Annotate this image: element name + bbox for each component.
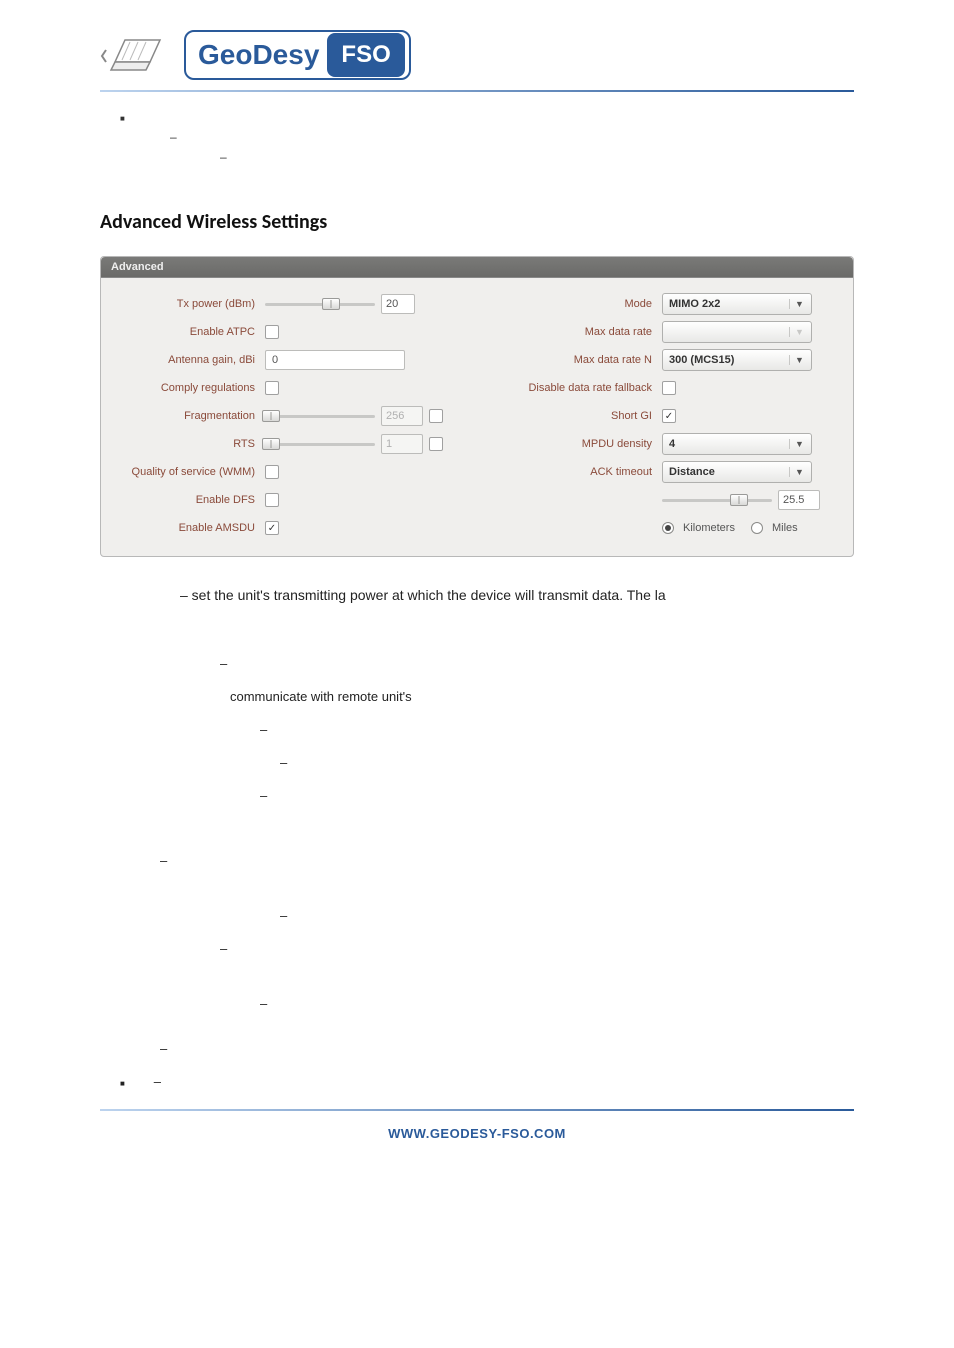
- amsdu-checkbox[interactable]: ✓: [265, 521, 279, 535]
- antenna-gain-label: Antenna gain, dBi: [115, 354, 265, 366]
- rts-checkbox[interactable]: [429, 437, 443, 451]
- panel-right-column: Mode MIMO 2x2 ▼ Max data rate ▼: [492, 288, 839, 544]
- max-rate-select[interactable]: ▼: [662, 321, 812, 343]
- header-divider: [100, 90, 854, 92]
- max-rate-n-select[interactable]: 300 (MCS15) ▼: [662, 349, 812, 371]
- dropdown-arrow-icon: ▼: [789, 467, 805, 477]
- max-rate-label: Max data rate: [492, 326, 662, 338]
- footer-url: WWW.GEODESY-FSO.COM: [388, 1126, 566, 1141]
- ack-label: ACK timeout: [492, 466, 662, 478]
- footer: WWW.GEODESY-FSO.COM: [100, 1125, 854, 1143]
- section-title: Advanced Wireless Settings: [100, 210, 854, 234]
- tx-power-slider[interactable]: [265, 297, 375, 311]
- body-text-line: – set the unit's transmitting power at w…: [180, 585, 854, 606]
- brand-pill: GeoDesy FSO: [184, 30, 411, 80]
- mode-value: MIMO 2x2: [669, 298, 720, 310]
- unit-km-radio[interactable]: [662, 522, 674, 534]
- dropdown-arrow-icon: ▼: [789, 327, 805, 337]
- short-gi-checkbox[interactable]: ✓: [662, 409, 676, 423]
- ack-distance-slider[interactable]: [662, 493, 772, 507]
- rts-value[interactable]: 1: [381, 434, 423, 454]
- qos-label: Quality of service (WMM): [115, 466, 265, 478]
- enable-atpc-label: Enable ATPC: [115, 326, 265, 338]
- footer-divider: [100, 1109, 854, 1111]
- ack-select[interactable]: Distance ▼: [662, 461, 812, 483]
- ack-distance-value[interactable]: 25.5: [778, 490, 820, 510]
- panel-left-column: Tx power (dBm) 20 Enable ATPC: [115, 288, 462, 544]
- mode-select[interactable]: MIMO 2x2 ▼: [662, 293, 812, 315]
- antenna-gain-input[interactable]: 0: [265, 350, 405, 370]
- panel-title: Advanced: [101, 257, 853, 278]
- dfs-label: Enable DFS: [115, 494, 265, 506]
- brand-tag: FSO: [327, 33, 404, 77]
- dash-list: – communicate with remote unit's – – – –…: [220, 656, 854, 1089]
- bullets-placeholder: ■ – –: [120, 110, 854, 170]
- device-icon: [100, 30, 170, 80]
- fragmentation-checkbox[interactable]: [429, 409, 443, 423]
- mpdu-select[interactable]: 4 ▼: [662, 433, 812, 455]
- disable-fallback-label: Disable data rate fallback: [492, 382, 662, 394]
- fragmentation-slider[interactable]: [265, 409, 375, 423]
- mode-label: Mode: [492, 298, 662, 310]
- brand-text: GeoDesy: [186, 39, 327, 71]
- mpdu-label: MPDU density: [492, 438, 662, 450]
- short-gi-label: Short GI: [492, 410, 662, 422]
- rts-label: RTS: [115, 438, 265, 450]
- mpdu-value: 4: [669, 438, 675, 450]
- advanced-panel: Advanced Tx power (dBm) 20 Enable ATPC: [100, 256, 854, 557]
- max-rate-n-value: 300 (MCS15): [669, 354, 734, 366]
- qos-checkbox[interactable]: [265, 465, 279, 479]
- max-rate-n-label: Max data rate N: [492, 354, 662, 366]
- dropdown-arrow-icon: ▼: [789, 355, 805, 365]
- comply-label: Comply regulations: [115, 382, 265, 394]
- dfs-checkbox[interactable]: [265, 493, 279, 507]
- dropdown-arrow-icon: ▼: [789, 299, 805, 309]
- amsdu-label: Enable AMSDU: [115, 522, 265, 534]
- unit-km-label: Kilometers: [683, 522, 735, 534]
- fragmentation-label: Fragmentation: [115, 410, 265, 422]
- fragmentation-value[interactable]: 256: [381, 406, 423, 426]
- sub-line: communicate with remote unit's: [230, 689, 854, 704]
- ack-select-value: Distance: [669, 466, 715, 478]
- unit-mi-label: Miles: [772, 522, 798, 534]
- tx-power-label: Tx power (dBm): [115, 298, 265, 310]
- rts-slider[interactable]: [265, 437, 375, 451]
- logo-header: GeoDesy FSO: [100, 30, 854, 80]
- unit-mi-radio[interactable]: [751, 522, 763, 534]
- comply-checkbox[interactable]: [265, 381, 279, 395]
- enable-atpc-checkbox[interactable]: [265, 325, 279, 339]
- disable-fallback-checkbox[interactable]: [662, 381, 676, 395]
- dropdown-arrow-icon: ▼: [789, 439, 805, 449]
- tx-power-value[interactable]: 20: [381, 294, 415, 314]
